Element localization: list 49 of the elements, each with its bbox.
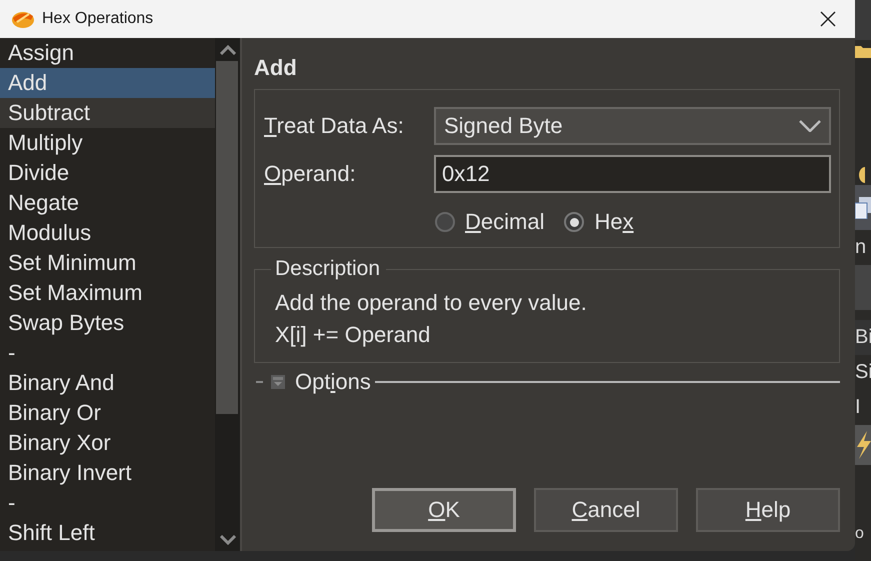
scroll-down-icon bbox=[220, 535, 236, 545]
expander-icon[interactable] bbox=[271, 375, 285, 389]
list-item[interactable]: Divide bbox=[0, 158, 215, 188]
description-text: X[i] += Operand bbox=[275, 321, 432, 349]
group-title: Description bbox=[274, 257, 382, 281]
list-item[interactable]: Binary Xor bbox=[0, 428, 215, 458]
field-label: Operand: bbox=[264, 161, 357, 187]
radio-label[interactable]: Hex bbox=[594, 209, 634, 235]
list-item[interactable]: Add bbox=[0, 68, 215, 98]
dialog-button[interactable]: Help bbox=[696, 488, 840, 532]
folder-icon bbox=[855, 43, 871, 59]
list-item[interactable]: Multiply bbox=[0, 128, 215, 158]
list-item[interactable]: Set Minimum bbox=[0, 248, 215, 278]
list-item[interactable]: Binary And bbox=[0, 368, 215, 398]
list-item[interactable]: Binary Or bbox=[0, 398, 215, 428]
radio-label[interactable]: Decimal bbox=[465, 209, 544, 235]
scroll-up-icon bbox=[220, 45, 236, 55]
options-toggle[interactable]: Options bbox=[295, 369, 371, 395]
copy-icon bbox=[855, 196, 871, 218]
radio-button[interactable] bbox=[564, 212, 584, 232]
list-item[interactable]: Modulus bbox=[0, 218, 215, 248]
list-item[interactable]: Assign bbox=[0, 38, 215, 68]
close-icon[interactable] bbox=[819, 10, 837, 28]
dialog-button[interactable]: OK bbox=[372, 488, 516, 532]
list-item[interactable]: Shift Left bbox=[0, 518, 215, 548]
text-fragment: Si bbox=[855, 361, 871, 384]
field-label: Treat Data As: bbox=[264, 113, 405, 139]
text-fragment: I bbox=[855, 396, 861, 419]
text-fragment: n bbox=[855, 236, 866, 259]
list-item[interactable]: Negate bbox=[0, 188, 215, 218]
text-fragment: Bi bbox=[855, 326, 871, 349]
operand-field[interactable]: 0x12 bbox=[434, 155, 831, 193]
header-strip bbox=[855, 265, 871, 310]
list-item[interactable]: - bbox=[0, 338, 215, 368]
list-item[interactable]: - bbox=[0, 488, 215, 518]
dialog-button[interactable]: Cancel bbox=[534, 488, 678, 532]
scrollbar[interactable] bbox=[215, 38, 240, 551]
data-type-dropdown[interactable]: Signed Byte bbox=[434, 107, 831, 145]
list-item[interactable]: Swap Bytes bbox=[0, 308, 215, 338]
radio-button[interactable] bbox=[435, 212, 455, 232]
window-title: Hex Operations bbox=[42, 10, 154, 28]
chevron-down-icon bbox=[799, 120, 821, 132]
section-heading: Add bbox=[254, 55, 298, 82]
list-item[interactable]: Binary Invert bbox=[0, 458, 215, 488]
scrollbar-thumb[interactable] bbox=[216, 61, 238, 414]
text-fragment: o bbox=[855, 525, 864, 543]
list-item[interactable]: Set Maximum bbox=[0, 278, 215, 308]
description-text: Add the operand to every value. bbox=[275, 289, 588, 317]
list-item[interactable]: Subtract bbox=[0, 98, 215, 128]
